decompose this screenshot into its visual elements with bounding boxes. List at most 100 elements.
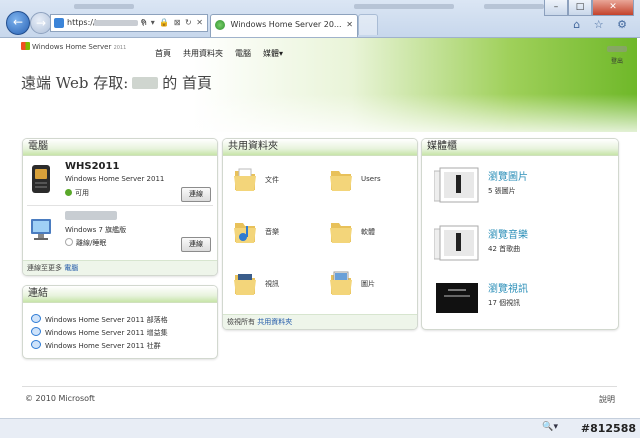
- page-title: 遠端 Web 存取: 的 首頁: [21, 74, 213, 92]
- ie-icon: [31, 314, 41, 323]
- nav-shared-folders[interactable]: 共用資料夾: [183, 48, 223, 59]
- address-bar[interactable]: https://h ⚲ ▾ 🔒 ⊠ ↻ ✕: [50, 14, 208, 32]
- connect-button[interactable]: 連線: [181, 237, 211, 252]
- link-item[interactable]: Windows Home Server 2011 社群: [31, 340, 161, 351]
- watermark: #812588: [580, 422, 636, 435]
- video-thumbnail-icon: [436, 283, 478, 313]
- status-bar: 🔍▾ #812588: [0, 418, 640, 438]
- folder-item[interactable]: Users: [325, 163, 415, 203]
- nav-computers[interactable]: 電腦: [235, 48, 251, 59]
- tab-title: Windows Home Server 20...: [230, 20, 342, 29]
- links-panel: 連結 Windows Home Server 2011 部落格 Windows …: [22, 285, 218, 359]
- music-folder-icon: [234, 223, 256, 243]
- blurred-username: [607, 46, 627, 52]
- back-button[interactable]: ←: [6, 11, 30, 35]
- documents-folder-icon: [234, 168, 256, 191]
- status-offline-icon: [65, 238, 73, 246]
- view-all-folders-link[interactable]: 共用資料夾: [257, 318, 292, 326]
- link-item[interactable]: Windows Home Server 2011 部落格: [31, 314, 168, 325]
- browse-pictures-link[interactable]: 瀏覽圖片: [488, 168, 528, 183]
- pictures-thumbnail-icon: [434, 167, 479, 203]
- blurred-text: [74, 4, 134, 9]
- software-folder-icon: [330, 223, 352, 243]
- computers-panel: 電腦 WHS2011 Windows Home Server 2011 可用 連…: [22, 138, 218, 276]
- folder-item[interactable]: 文件: [229, 163, 319, 203]
- title-strip: [64, 2, 584, 11]
- nav-home[interactable]: 首頁: [155, 48, 171, 59]
- computer-status: 可用: [65, 188, 89, 198]
- browser-tab[interactable]: Windows Home Server 20... ✕: [210, 14, 358, 37]
- minimize-button[interactable]: –: [544, 0, 568, 16]
- computers-footer: 連線至更多 電腦: [23, 260, 217, 275]
- media-count: 42 首歌曲: [488, 245, 521, 253]
- blurred-server-name: [132, 77, 159, 89]
- status-available-icon: [65, 189, 72, 196]
- computer-name: WHS2011: [65, 161, 120, 172]
- window-controls: – □ ✕: [544, 0, 634, 16]
- media-count: 5 張圖片: [488, 187, 516, 195]
- users-folder-icon: [330, 171, 352, 191]
- tab-close-icon[interactable]: ✕: [346, 15, 353, 35]
- zoom-icon[interactable]: 🔍▾: [542, 422, 558, 432]
- computer-name: [65, 211, 117, 223]
- connect-button[interactable]: 連線: [181, 187, 211, 202]
- blurred-text: [354, 4, 454, 9]
- header-fade: [3, 94, 637, 132]
- music-thumbnail-icon: [434, 225, 479, 261]
- computers-heading: 電腦: [23, 139, 217, 156]
- folder-item[interactable]: 圖片: [325, 267, 415, 307]
- forward-button[interactable]: →: [30, 12, 52, 34]
- pictures-folder-icon: [330, 271, 352, 295]
- media-count: 17 個視訊: [488, 299, 521, 307]
- shared-folders-heading: 共用資料夾: [223, 139, 417, 156]
- browse-music-link[interactable]: 瀏覽音樂: [488, 226, 528, 241]
- toolbar-icons[interactable]: ⌂ ☆ ⚙: [573, 18, 632, 31]
- browse-videos-link[interactable]: 瀏覽視訊: [488, 280, 528, 295]
- ie-icon: [31, 340, 41, 349]
- site-icon: [54, 18, 64, 28]
- media-heading: 媒體櫃: [422, 139, 618, 156]
- maximize-button[interactable]: □: [568, 0, 592, 16]
- help-link[interactable]: 說明: [599, 394, 615, 405]
- browser-chrome: – □ ✕ ← → https://h ⚲ ▾ 🔒 ⊠ ↻ ✕ Windows …: [0, 0, 640, 38]
- folder-item[interactable]: 音樂: [229, 215, 319, 255]
- copyright: © 2010 Microsoft: [25, 394, 95, 403]
- links-heading: 連結: [23, 286, 217, 303]
- page-content: Windows Home Server 2011 首頁 共用資料夾 電腦 媒體▾…: [3, 38, 637, 418]
- blurred-host: [94, 20, 138, 26]
- media-item[interactable]: 瀏覽視訊 17 個視訊: [430, 275, 616, 325]
- tab-favicon: [215, 20, 225, 30]
- chevron-down-icon: ▾: [279, 49, 284, 58]
- folder-item[interactable]: 軟體: [325, 215, 415, 255]
- ie-icon: [31, 327, 41, 336]
- close-window-button[interactable]: ✕: [592, 0, 634, 16]
- computer-os: Windows Home Server 2011: [65, 175, 165, 183]
- videos-folder-icon: [234, 274, 256, 295]
- blurred-text: [484, 4, 544, 9]
- sign-out-link[interactable]: 登出: [611, 58, 623, 65]
- shared-folders-panel: 共用資料夾 文件 Users 音樂 軟體 視訊 圖片 檢視所有 共用資料夾: [222, 138, 418, 330]
- media-item[interactable]: 瀏覽圖片 5 張圖片: [430, 163, 616, 213]
- computer-os: Windows 7 旗艦版: [65, 226, 127, 234]
- computer-item: Windows 7 旗艦版 離線/睡眠 連線: [23, 207, 217, 257]
- top-navigation: 首頁 共用資料夾 電腦 媒體▾: [155, 48, 283, 59]
- media-item[interactable]: 瀏覽音樂 42 首歌曲: [430, 221, 616, 271]
- desktop-pc-icon: [31, 219, 51, 240]
- new-tab-button[interactable]: [358, 14, 378, 35]
- whs-logo[interactable]: Windows Home Server 2011: [21, 42, 126, 51]
- link-item[interactable]: Windows Home Server 2011 增益集: [31, 327, 168, 338]
- more-computers-link[interactable]: 電腦: [64, 264, 78, 272]
- media-library-panel: 媒體櫃 瀏覽圖片 5 張圖片 瀏覽音樂 42 首歌曲 瀏覽視訊 17 個視訊: [421, 138, 619, 330]
- blurred-computer-name: [65, 211, 117, 220]
- footer-divider: [22, 386, 617, 387]
- folder-item[interactable]: 視訊: [229, 267, 319, 307]
- nav-media[interactable]: 媒體▾: [263, 48, 283, 59]
- user-menu[interactable]: 登出: [607, 46, 627, 65]
- shared-folders-footer: 檢視所有 共用資料夾: [223, 314, 417, 329]
- computer-status: 離線/睡眠: [65, 238, 106, 248]
- windows-flag-icon: [21, 42, 30, 50]
- server-icon: [32, 165, 50, 193]
- divider: [27, 205, 213, 206]
- address-bar-icons[interactable]: ⚲ ▾ 🔒 ⊠ ↻ ✕: [140, 15, 204, 31]
- computer-item: WHS2011 Windows Home Server 2011 可用 連線: [23, 157, 217, 207]
